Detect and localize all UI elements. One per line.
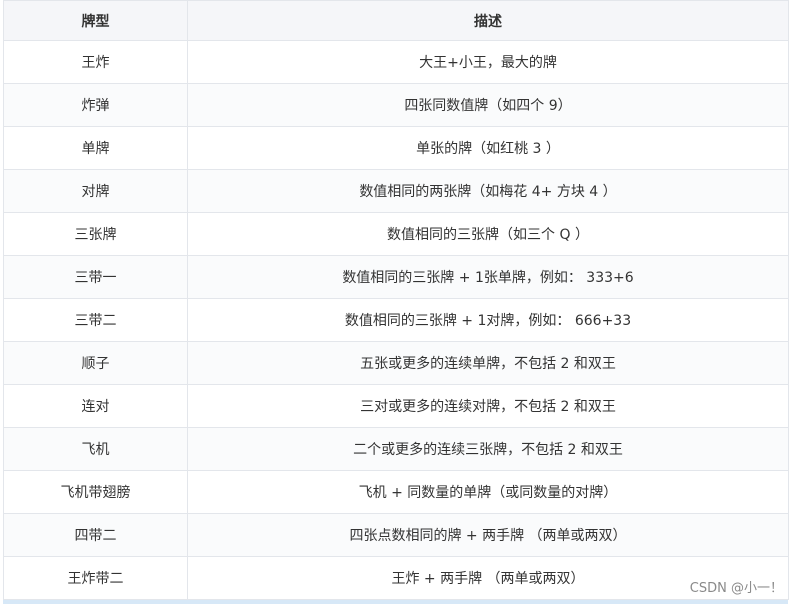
- cell-description: 四张同数值牌（如四个 9）: [187, 83, 789, 127]
- cell-card-type: 顺子: [3, 341, 188, 385]
- cell-card-type: 三带一: [3, 255, 188, 299]
- cell-card-type: 四带二: [3, 513, 188, 557]
- table-row: 四带二 四张点数相同的牌 + 两手牌 （两单或两双）: [3, 513, 789, 557]
- cell-description: 飞机 + 同数量的单牌（或同数量的对牌）: [187, 470, 789, 514]
- table-row: 炸弹 四张同数值牌（如四个 9）: [3, 83, 789, 127]
- table-row: 飞机 二个或更多的连续三张牌，不包括 2 和双王: [3, 427, 789, 471]
- table-row: 对牌 数值相同的两张牌（如梅花 4+ 方块 4 ）: [3, 169, 789, 213]
- cell-card-type: 飞机带翅膀: [3, 470, 188, 514]
- cell-card-type: 三张牌: [3, 212, 188, 256]
- cell-description: 数值相同的三张牌 + 1张单牌，例如： 333+6: [187, 255, 789, 299]
- table-row: 连对 三对或更多的连续对牌，不包括 2 和双王: [3, 384, 789, 428]
- table-row: 顺子 五张或更多的连续单牌，不包括 2 和双王: [3, 341, 789, 385]
- header-description: 描述: [187, 0, 789, 41]
- table-row: 王炸 大王+小王，最大的牌: [3, 40, 789, 84]
- table-row: 三带二 数值相同的三张牌 + 1对牌，例如： 666+33: [3, 298, 789, 342]
- csdn-watermark: CSDN @小一！: [689, 581, 783, 596]
- cell-card-type: 飞机: [3, 427, 188, 471]
- table-row: 飞机带翅膀 飞机 + 同数量的单牌（或同数量的对牌）: [3, 470, 789, 514]
- header-card-type: 牌型: [3, 0, 188, 41]
- cell-card-type: 炸弹: [3, 83, 188, 127]
- cell-card-type: 王炸带二: [3, 556, 188, 600]
- cell-description: 大王+小王，最大的牌: [187, 40, 789, 84]
- cell-card-type: 单牌: [3, 126, 188, 170]
- table-row: 王炸带二 王炸 + 两手牌 （两单或两双）: [3, 556, 789, 600]
- bottom-scroll-edge: [3, 600, 788, 604]
- cell-description: 数值相同的三张牌（如三个 Q ）: [187, 212, 789, 256]
- cell-description: 二个或更多的连续三张牌，不包括 2 和双王: [187, 427, 789, 471]
- cell-description: 五张或更多的连续单牌，不包括 2 和双王: [187, 341, 789, 385]
- card-type-table: 牌型 描述 王炸 大王+小王，最大的牌 炸弹 四张同数值牌（如四个 9） 单牌 …: [3, 0, 789, 600]
- cell-description: 单张的牌（如红桃 3 ）: [187, 126, 789, 170]
- table-row: 三带一 数值相同的三张牌 + 1张单牌，例如： 333+6: [3, 255, 789, 299]
- cell-description: 四张点数相同的牌 + 两手牌 （两单或两双）: [187, 513, 789, 557]
- table-row: 三张牌 数值相同的三张牌（如三个 Q ）: [3, 212, 789, 256]
- cell-card-type: 对牌: [3, 169, 188, 213]
- cell-description: 数值相同的两张牌（如梅花 4+ 方块 4 ）: [187, 169, 789, 213]
- cell-card-type: 连对: [3, 384, 188, 428]
- cell-description: 三对或更多的连续对牌，不包括 2 和双王: [187, 384, 789, 428]
- cell-card-type: 三带二: [3, 298, 188, 342]
- cell-card-type: 王炸: [3, 40, 188, 84]
- card-type-table-container: 牌型 描述 王炸 大王+小王，最大的牌 炸弹 四张同数值牌（如四个 9） 单牌 …: [3, 0, 789, 604]
- table-header-row: 牌型 描述: [3, 0, 789, 41]
- table-row: 单牌 单张的牌（如红桃 3 ）: [3, 126, 789, 170]
- cell-description: 数值相同的三张牌 + 1对牌，例如： 666+33: [187, 298, 789, 342]
